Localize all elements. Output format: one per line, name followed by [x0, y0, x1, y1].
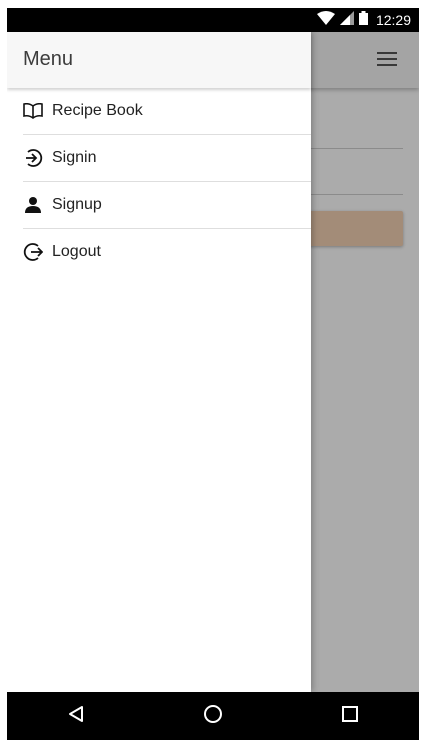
navigation-drawer: Menu Recipe Book Signin Signup Logout [7, 32, 311, 692]
signin-icon [23, 148, 43, 168]
menu-item-signin[interactable]: Signin [23, 135, 311, 182]
navigation-bar [7, 692, 419, 740]
status-bar: 12:29 [7, 8, 419, 32]
status-time: 12:29 [375, 12, 411, 28]
menu-list: Recipe Book Signin Signup Logout [7, 88, 311, 275]
battery-icon [358, 10, 368, 30]
home-icon [203, 704, 223, 729]
person-icon [23, 195, 43, 215]
menu-item-logout[interactable]: Logout [23, 229, 311, 275]
menu-item-label: Recipe Book [52, 102, 143, 119]
device-screen: 12:29 Menu Recipe Book Signin Signup Log… [7, 8, 419, 740]
menu-item-recipe-book[interactable]: Recipe Book [23, 88, 311, 135]
status-icons: 12:29 [316, 8, 411, 32]
recents-button[interactable] [326, 692, 374, 740]
menu-item-label: Logout [52, 243, 101, 260]
wifi-icon [316, 10, 335, 30]
home-button[interactable] [189, 692, 237, 740]
drawer-title: Menu [23, 48, 74, 70]
menu-item-label: Signup [52, 196, 102, 213]
back-icon [67, 705, 85, 728]
recents-icon [341, 705, 359, 728]
menu-item-label: Signin [52, 149, 97, 166]
signal-icon [339, 10, 354, 30]
menu-item-signup[interactable]: Signup [23, 182, 311, 229]
logout-icon [23, 242, 43, 262]
back-button[interactable] [52, 692, 100, 740]
drawer-header: Menu [7, 32, 311, 88]
book-icon [23, 101, 43, 121]
